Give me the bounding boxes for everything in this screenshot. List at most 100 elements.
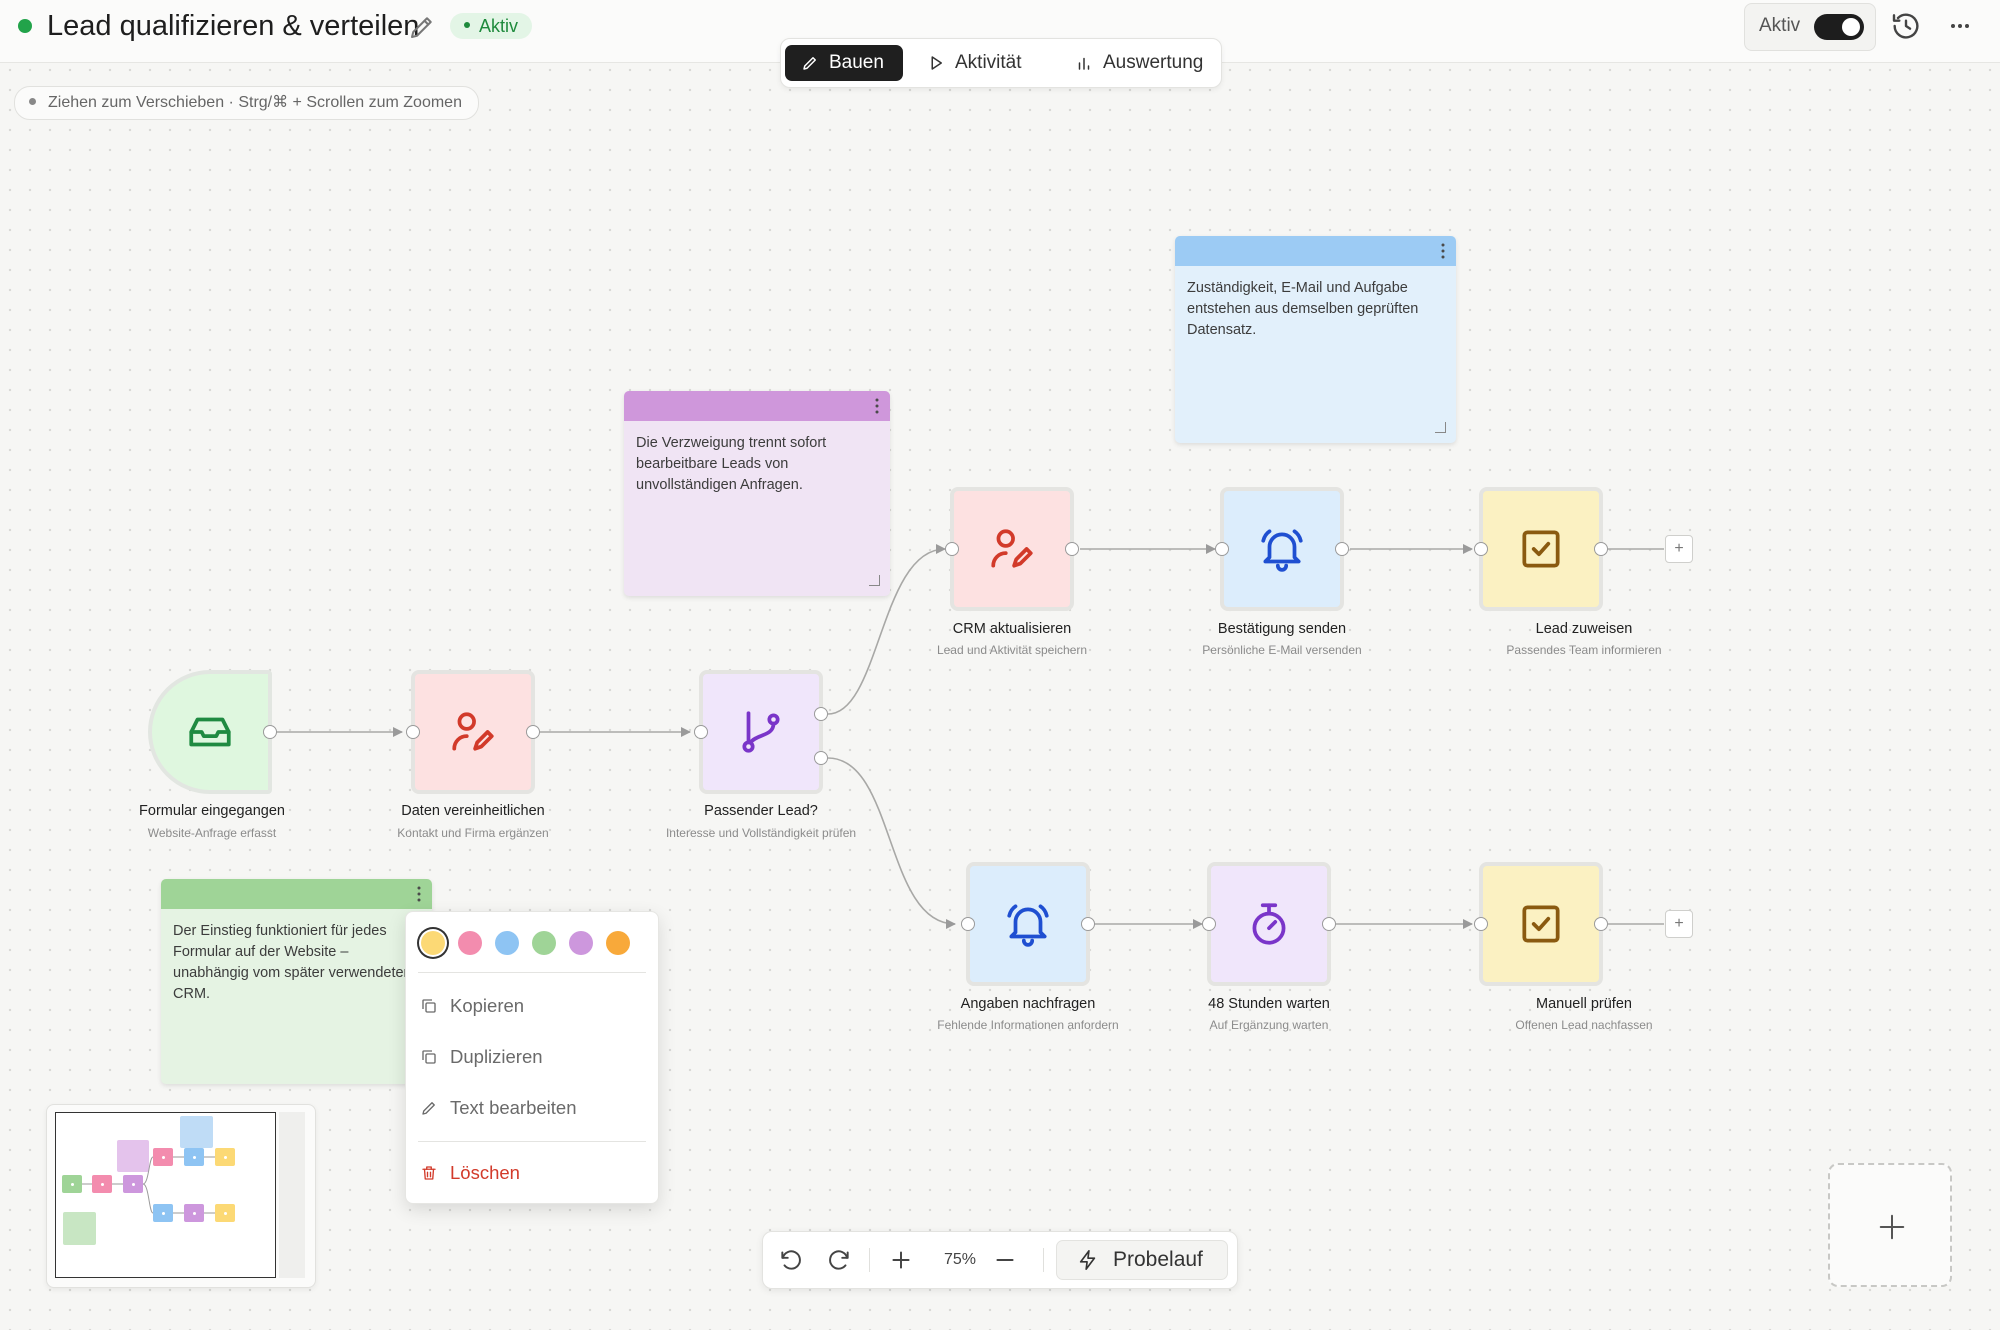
- sticky-note-purple[interactable]: Die Verzweigung trennt sofort bearbeitba…: [624, 391, 890, 596]
- node-label: Daten vereinheitlichen: [401, 803, 545, 819]
- node-assign[interactable]: [1479, 487, 1603, 611]
- redo-icon: [829, 1250, 849, 1270]
- sticky-note-blue[interactable]: Zuständigkeit, E-Mail und Aufgabe entste…: [1175, 236, 1456, 443]
- input-port[interactable]: [1474, 917, 1488, 931]
- more-options-button[interactable]: [1944, 10, 1976, 42]
- menu-divider: [418, 1141, 646, 1142]
- node-crm[interactable]: [950, 487, 1074, 611]
- minus-icon: [996, 1259, 1014, 1261]
- color-swatch-pink[interactable]: [458, 931, 482, 955]
- note-header[interactable]: [161, 879, 432, 909]
- lightning-icon: [1079, 1250, 1096, 1270]
- node-confirm[interactable]: [1220, 487, 1344, 611]
- tab-aktivitaet[interactable]: Aktivität: [911, 45, 1038, 81]
- menu-item-label: Kopieren: [450, 995, 525, 1016]
- check-square-icon: [1522, 905, 1560, 943]
- node-trigger[interactable]: [148, 670, 272, 794]
- user-edit-icon: [452, 712, 494, 751]
- output-port[interactable]: [263, 725, 277, 739]
- menu-item-delete[interactable]: Löschen: [420, 1156, 520, 1190]
- input-port[interactable]: [1474, 542, 1488, 556]
- node-label: CRM aktualisieren: [952, 621, 1072, 637]
- node-branch[interactable]: [699, 670, 823, 794]
- input-port[interactable]: [406, 725, 420, 739]
- output-port-yes[interactable]: [814, 707, 828, 721]
- menu-item-label: Text bearbeiten: [450, 1097, 577, 1118]
- kebab-menu-icon[interactable]: [1440, 242, 1446, 260]
- input-port[interactable]: [1202, 917, 1216, 931]
- output-port-no[interactable]: [814, 751, 828, 765]
- output-port[interactable]: [1081, 917, 1095, 931]
- active-toggle[interactable]: [1814, 14, 1864, 40]
- tab-label: Auswertung: [1103, 52, 1204, 73]
- output-port[interactable]: [1594, 542, 1608, 556]
- node-subtitle: Kontakt und Firma ergänzen: [397, 826, 549, 840]
- page-title[interactable]: Lead qualifizieren & verteilen: [47, 8, 419, 44]
- node-subtitle: Lead und Aktivität speichern: [936, 643, 1088, 657]
- edit-title-button[interactable]: [407, 12, 437, 42]
- node-subtitle: Fehlende Informationen anfordern: [937, 1018, 1119, 1032]
- note-text[interactable]: Zuständigkeit, E-Mail und Aufgabe entste…: [1175, 266, 1456, 353]
- tab-bauen[interactable]: Bauen: [785, 45, 903, 81]
- menu-item-label: Löschen: [450, 1162, 520, 1183]
- mode-tabs: Bauen Aktivität Auswertung: [780, 38, 1222, 88]
- menu-item-copy[interactable]: Kopieren: [420, 989, 524, 1023]
- output-port[interactable]: [1335, 542, 1349, 556]
- node-subtitle: Website-Anfrage erfasst: [147, 826, 277, 840]
- color-swatch-yellow[interactable]: [421, 931, 445, 955]
- redo-button[interactable]: [823, 1244, 855, 1276]
- output-port[interactable]: [1594, 917, 1608, 931]
- output-port[interactable]: [1322, 917, 1336, 931]
- resize-handle-icon[interactable]: [869, 575, 880, 586]
- note-header[interactable]: [1175, 236, 1456, 266]
- input-port[interactable]: [945, 542, 959, 556]
- menu-item-edit-text[interactable]: Text bearbeiten: [420, 1091, 577, 1125]
- color-swatch-green[interactable]: [532, 931, 556, 955]
- node-review[interactable]: [1479, 862, 1603, 986]
- minimap[interactable]: [46, 1104, 316, 1288]
- node-label: Manuell prüfen: [1536, 996, 1632, 1012]
- zoom-in-button[interactable]: [885, 1244, 917, 1276]
- toggle-knob: [1842, 18, 1860, 36]
- sticky-note-green[interactable]: Der Einstieg funktioniert für jedes Form…: [161, 879, 432, 1084]
- kebab-menu-icon[interactable]: [416, 885, 422, 903]
- node-wait[interactable]: [1207, 862, 1331, 986]
- plus-icon: [1879, 1214, 1905, 1240]
- add-step-button[interactable]: +: [1665, 910, 1693, 938]
- node-label: Angaben nachfragen: [960, 996, 1096, 1012]
- color-swatch-orange[interactable]: [606, 931, 630, 955]
- history-button[interactable]: [1890, 10, 1922, 42]
- kebab-menu-icon[interactable]: [874, 397, 880, 415]
- menu-item-label: Duplizieren: [450, 1046, 543, 1067]
- output-port[interactable]: [1065, 542, 1079, 556]
- output-port[interactable]: [526, 725, 540, 739]
- menu-item-duplicate[interactable]: Duplizieren: [420, 1040, 543, 1074]
- menu-divider: [418, 972, 646, 973]
- note-text[interactable]: Die Verzweigung trennt sofort bearbeitba…: [624, 421, 890, 508]
- play-icon: [931, 56, 942, 70]
- trial-run-button[interactable]: Probelauf: [1056, 1240, 1228, 1280]
- add-node-button[interactable]: [1828, 1163, 1952, 1287]
- node-subtitle: Persönliche E-Mail versenden: [1202, 643, 1362, 657]
- node-normalize[interactable]: [411, 670, 535, 794]
- undo-button[interactable]: [775, 1244, 807, 1276]
- node-request[interactable]: [966, 862, 1090, 986]
- note-text[interactable]: Der Einstieg funktioniert für jedes Form…: [161, 909, 432, 1017]
- status-badge: Aktiv: [450, 13, 533, 39]
- resize-handle-icon[interactable]: [1435, 422, 1446, 433]
- input-port[interactable]: [961, 917, 975, 931]
- canvas-hint: Ziehen zum Verschieben · Strg/⌘ + Scroll…: [14, 86, 479, 120]
- pencil-icon: [411, 17, 432, 38]
- input-port[interactable]: [1215, 542, 1229, 556]
- color-swatch-blue[interactable]: [495, 931, 519, 955]
- node-label: Bestätigung senden: [1217, 621, 1347, 637]
- status-badge-label: Aktiv: [479, 16, 519, 36]
- tab-auswertung[interactable]: Auswertung: [1059, 45, 1219, 81]
- add-step-button[interactable]: +: [1665, 535, 1693, 563]
- note-header[interactable]: [624, 391, 890, 421]
- color-swatch-purple[interactable]: [569, 931, 593, 955]
- status-dot: [18, 19, 32, 33]
- input-port[interactable]: [694, 725, 708, 739]
- tab-label: Bauen: [829, 52, 884, 73]
- zoom-out-button[interactable]: [989, 1244, 1021, 1276]
